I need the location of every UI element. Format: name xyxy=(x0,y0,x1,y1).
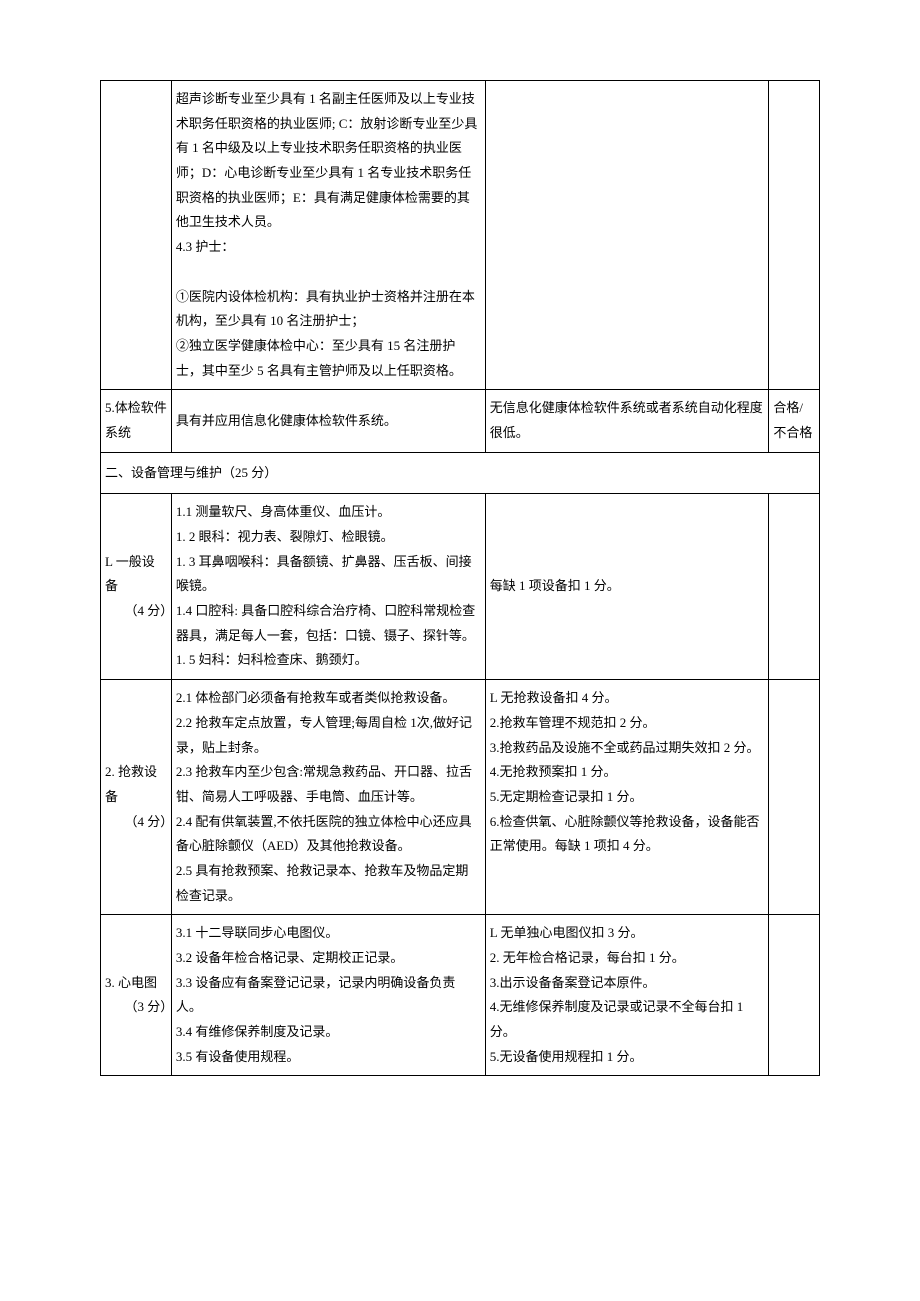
cell-name: 5.体检软件系统 xyxy=(101,390,172,452)
cell-criteria: L 无抢救设备扣 4 分。2.抢救车管理不规范扣 2 分。3.抢救药品及设施不全… xyxy=(485,680,769,915)
cell-score xyxy=(769,915,820,1076)
section-title: 二、设备管理与维护（25 分） xyxy=(101,452,820,494)
table-row: 5.体检软件系统 具有并应用信息化健康体检软件系统。 无信息化健康体检软件系统或… xyxy=(101,390,820,452)
cell-score xyxy=(769,81,820,390)
cell-score xyxy=(769,494,820,680)
cell-requirement: 2.1 体检部门必须备有抢救车或者类似抢救设备。2.2 抢救车定点放置，专人管理… xyxy=(171,680,485,915)
table-row: 超声诊断专业至少具有 1 名副主任医师及以上专业技术职务任职资格的执业医师; C… xyxy=(101,81,820,390)
table-row: 3. 心电图 （3 分） 3.1 十二导联同步心电图仪。3.2 设备年检合格记录… xyxy=(101,915,820,1076)
cell-score xyxy=(769,680,820,915)
cell-requirement: 3.1 十二导联同步心电图仪。3.2 设备年检合格记录、定期校正记录。3.3 设… xyxy=(171,915,485,1076)
cell-score: 合格/不合格 xyxy=(769,390,820,452)
cell-requirement: 具有并应用信息化健康体检软件系统。 xyxy=(171,390,485,452)
cell-criteria: 每缺 1 项设备扣 1 分。 xyxy=(485,494,769,680)
cell-name: 2. 抢救设备 （4 分） xyxy=(101,680,172,915)
cell-requirement: 1.1 测量软尺、身高体重仪、血压计。1. 2 眼科：视力表、裂隙灯、检眼镜。1… xyxy=(171,494,485,680)
cell-name: 3. 心电图 （3 分） xyxy=(101,915,172,1076)
section-header-row: 二、设备管理与维护（25 分） xyxy=(101,452,820,494)
cell-criteria: L 无单独心电图仪扣 3 分。2. 无年检合格记录，每台扣 1 分。3.出示设备… xyxy=(485,915,769,1076)
cell-criteria: 无信息化健康体检软件系统或者系统自动化程度很低。 xyxy=(485,390,769,452)
table-row: 2. 抢救设备 （4 分） 2.1 体检部门必须备有抢救车或者类似抢救设备。2.… xyxy=(101,680,820,915)
cell-name: L 一般设备 （4 分） xyxy=(101,494,172,680)
cell-name xyxy=(101,81,172,390)
cell-requirement: 超声诊断专业至少具有 1 名副主任医师及以上专业技术职务任职资格的执业医师; C… xyxy=(171,81,485,390)
cell-criteria xyxy=(485,81,769,390)
table-row: L 一般设备 （4 分） 1.1 测量软尺、身高体重仪、血压计。1. 2 眼科：… xyxy=(101,494,820,680)
